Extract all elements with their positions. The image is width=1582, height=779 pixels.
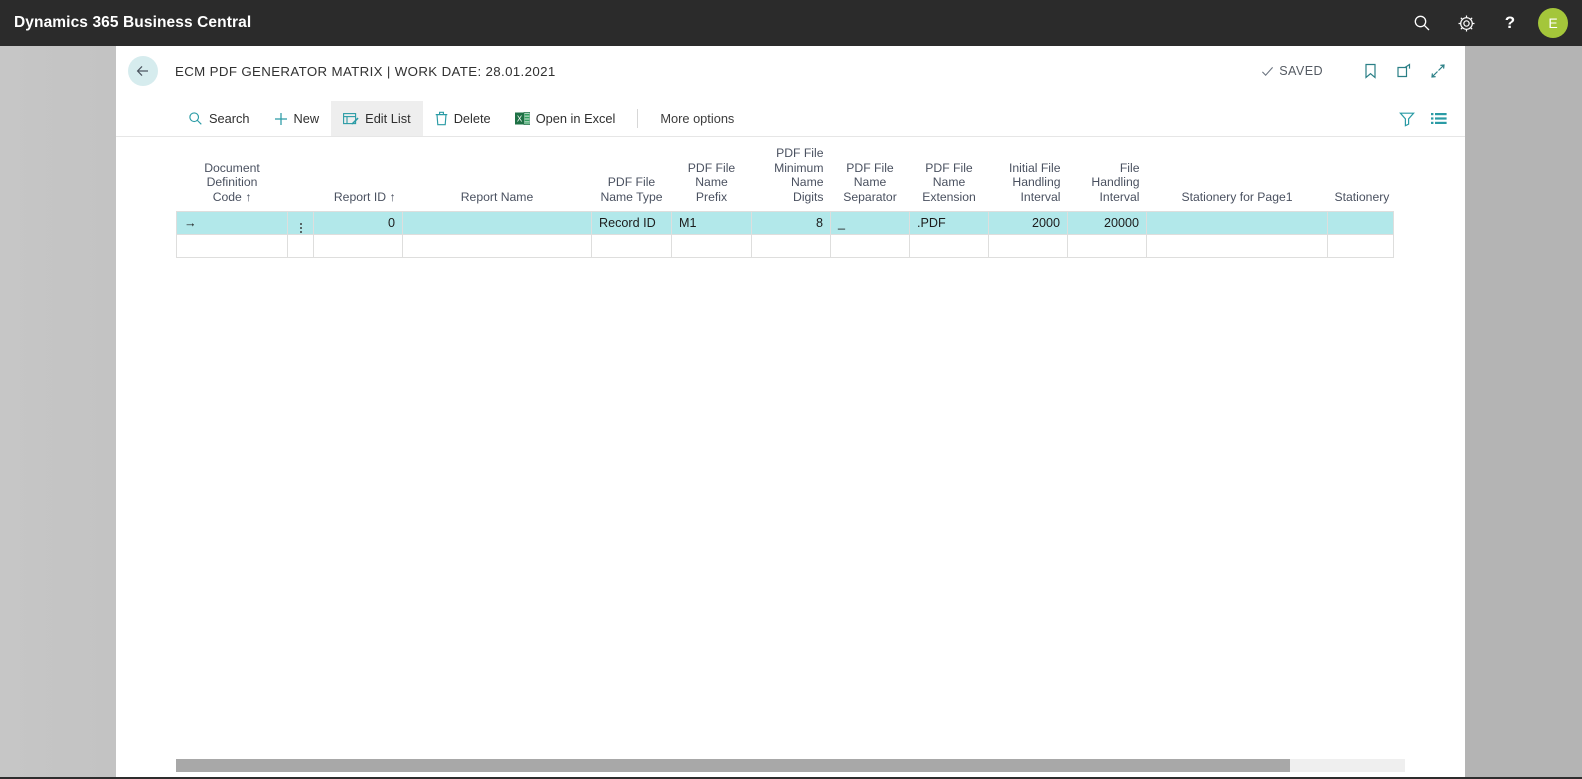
edit-list-button[interactable]: Edit List	[331, 101, 423, 136]
column-header-report-name[interactable]: Report Name	[403, 142, 592, 212]
page-header-actions: SAVED	[1261, 56, 1465, 86]
cell-pdf-file-name-prefix[interactable]: M1	[672, 212, 752, 235]
search-icon	[188, 111, 203, 126]
data-grid: Document Definition Code ↑ Report ID ↑ R…	[176, 142, 1394, 258]
page-header: ECM PDF GENERATOR MATRIX | WORK DATE: 28…	[116, 46, 1465, 96]
search-button[interactable]: Search	[176, 101, 262, 136]
command-bar-divider	[637, 109, 638, 128]
filter-funnel-icon[interactable]	[1393, 105, 1421, 133]
cell-pdf-file-name-prefix[interactable]	[672, 235, 752, 258]
cell-stationery-for-page1[interactable]	[1147, 212, 1328, 235]
column-header-initial-file-handling-interval[interactable]: Initial File Handling Interval	[989, 142, 1068, 212]
column-header-row-menu	[288, 142, 314, 212]
command-bar-right-actions	[1389, 101, 1465, 136]
list-view-icon[interactable]	[1425, 105, 1453, 133]
cell-pdf-file-name-extension[interactable]	[910, 235, 989, 258]
vertical-dots-icon[interactable]	[300, 223, 302, 233]
row-menu-button[interactable]	[288, 212, 314, 235]
cell-pdf-file-name-type[interactable]	[592, 235, 672, 258]
search-icon[interactable]	[1400, 0, 1444, 46]
bookmark-icon[interactable]	[1355, 56, 1385, 86]
cell-pdf-file-name-separator[interactable]: _	[831, 212, 910, 235]
top-bar-actions: ? E	[1400, 0, 1582, 46]
open-in-excel-button-label: Open in Excel	[536, 111, 616, 126]
table-header-row: Document Definition Code ↑ Report ID ↑ R…	[177, 142, 1394, 212]
column-header-document-definition-code[interactable]: Document Definition Code ↑	[177, 142, 288, 212]
collapse-icon[interactable]	[1423, 56, 1453, 86]
column-header-stationery-for-page1[interactable]: Stationery for Page1	[1147, 142, 1328, 212]
search-button-label: Search	[209, 111, 250, 126]
column-header-pdf-file-minimum-name-digits[interactable]: PDF File Minimum Name Digits	[752, 142, 831, 212]
table-row[interactable]	[177, 235, 1394, 258]
page-surface: ECM PDF GENERATOR MATRIX | WORK DATE: 28…	[116, 46, 1465, 779]
data-grid-container: Document Definition Code ↑ Report ID ↑ R…	[116, 142, 1465, 258]
more-options-label: More options	[660, 111, 734, 126]
row-indicator: →	[177, 212, 288, 235]
app-top-bar: Dynamics 365 Business Central ? E	[0, 0, 1582, 46]
saved-label: SAVED	[1279, 64, 1323, 78]
back-arrow-icon[interactable]	[128, 56, 158, 86]
open-in-new-window-icon[interactable]	[1389, 56, 1419, 86]
cell-report-id[interactable]	[314, 235, 403, 258]
command-bar: Search New Edit List Delete X	[116, 101, 1465, 137]
plus-icon	[274, 112, 288, 126]
cell-pdf-file-name-separator[interactable]	[831, 235, 910, 258]
status-badge: SAVED	[1261, 64, 1323, 78]
cell-document-definition-code[interactable]	[177, 235, 288, 258]
horizontal-scrollbar-thumb[interactable]	[176, 759, 1290, 772]
open-in-excel-button[interactable]: X Open in Excel	[503, 101, 628, 136]
gear-icon[interactable]	[1444, 0, 1488, 46]
delete-button-label: Delete	[454, 111, 491, 126]
column-header-report-id[interactable]: Report ID ↑	[314, 142, 403, 212]
more-options-button[interactable]: More options	[648, 101, 746, 136]
column-header-stationery[interactable]: Stationery	[1328, 142, 1394, 212]
check-icon	[1261, 65, 1274, 78]
cell-initial-file-handling-interval[interactable]	[989, 235, 1068, 258]
cell-pdf-file-name-type[interactable]: Record ID	[592, 212, 672, 235]
column-header-pdf-file-name-type[interactable]: PDF File Name Type	[592, 142, 672, 212]
cell-report-id[interactable]: 0	[314, 212, 403, 235]
table-row[interactable]: → 0 Record ID M1 8 _ .PDF 2000 20000	[177, 212, 1394, 235]
column-header-file-handling-interval[interactable]: File Handling Interval	[1068, 142, 1147, 212]
svg-text:X: X	[517, 114, 523, 123]
new-button-label: New	[294, 111, 320, 126]
delete-button[interactable]: Delete	[423, 101, 503, 136]
horizontal-scrollbar[interactable]	[176, 759, 1405, 772]
cell-pdf-file-minimum-name-digits[interactable]	[752, 235, 831, 258]
page-title: ECM PDF GENERATOR MATRIX | WORK DATE: 28…	[175, 64, 556, 79]
trash-icon	[435, 111, 448, 126]
cell-report-name[interactable]	[403, 235, 592, 258]
edit-list-button-label: Edit List	[365, 111, 411, 126]
question-mark-icon[interactable]: ?	[1488, 0, 1532, 46]
cell-stationery-for-page1[interactable]	[1147, 235, 1328, 258]
edit-list-icon	[343, 112, 359, 126]
cell-file-handling-interval[interactable]	[1068, 235, 1147, 258]
column-header-pdf-file-name-extension[interactable]: PDF File Name Extension	[910, 142, 989, 212]
app-title: Dynamics 365 Business Central	[14, 14, 251, 32]
cell-stationery[interactable]	[1328, 212, 1394, 235]
column-header-pdf-file-name-separator[interactable]: PDF File Name Separator	[831, 142, 910, 212]
row-menu-button[interactable]	[288, 235, 314, 258]
avatar[interactable]: E	[1538, 8, 1568, 38]
column-header-pdf-file-name-prefix[interactable]: PDF File Name Prefix	[672, 142, 752, 212]
new-button[interactable]: New	[262, 101, 332, 136]
cell-report-name[interactable]	[403, 212, 592, 235]
cell-stationery[interactable]	[1328, 235, 1394, 258]
cell-initial-file-handling-interval[interactable]: 2000	[989, 212, 1068, 235]
excel-icon: X	[515, 111, 530, 126]
cell-pdf-file-name-extension[interactable]: .PDF	[910, 212, 989, 235]
cell-file-handling-interval[interactable]: 20000	[1068, 212, 1147, 235]
cell-pdf-file-minimum-name-digits[interactable]: 8	[752, 212, 831, 235]
